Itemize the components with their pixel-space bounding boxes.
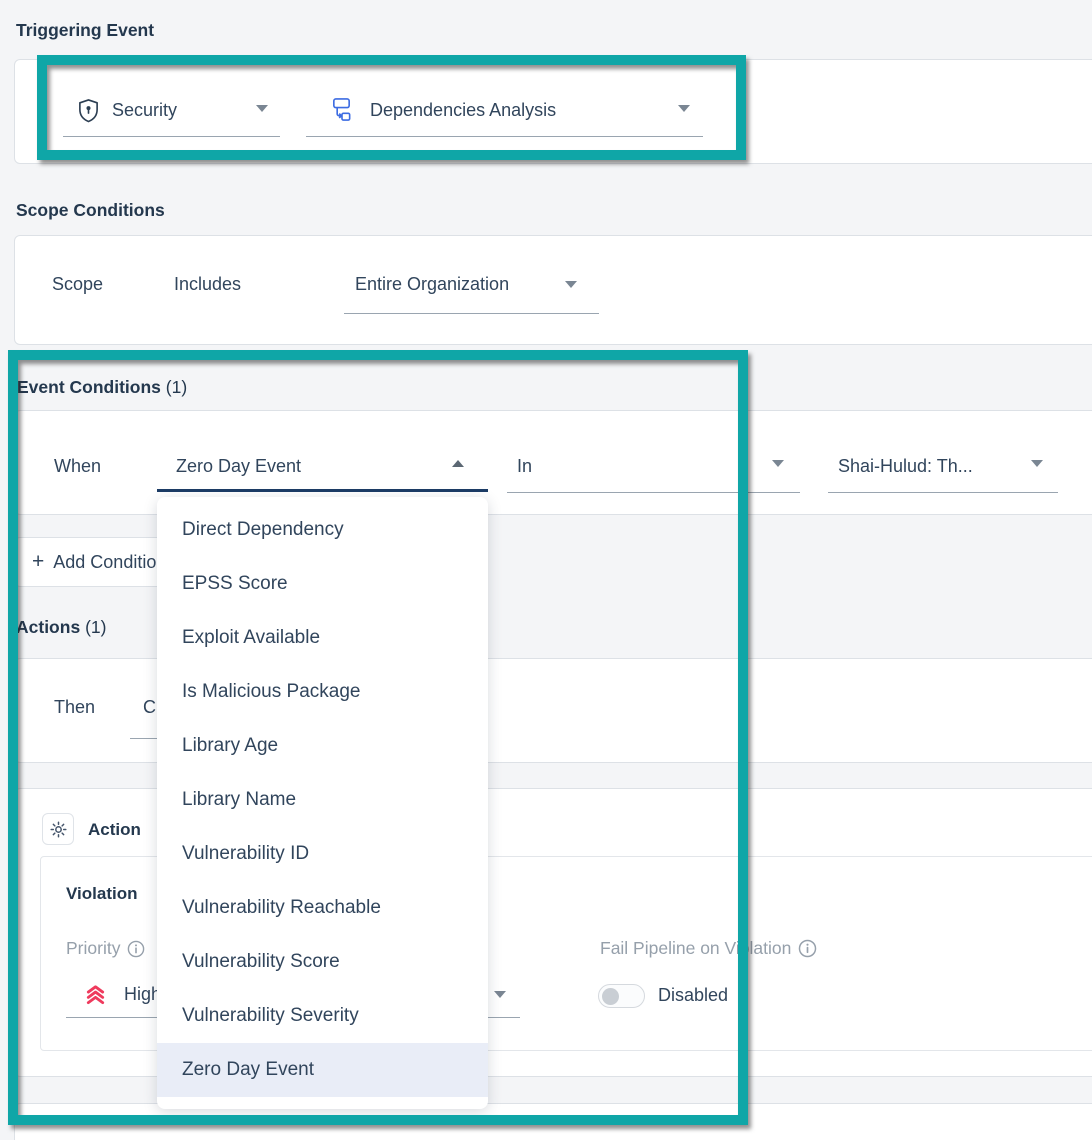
chevron-down-icon[interactable] [565,281,577,288]
scope-operator: Includes [174,274,241,295]
toggle-knob [602,988,619,1005]
category-select-value[interactable]: Security [112,100,177,121]
action-settings-button[interactable] [42,813,74,845]
when-label: When [54,456,101,477]
fail-pipeline-label-text: Fail Pipeline on Violation [600,938,791,959]
condition-field-active-underline [157,489,488,492]
info-icon [798,939,817,958]
toggle-state-label: Disabled [658,985,728,1006]
priority-value-select[interactable]: High [124,984,161,1005]
chevron-down-icon[interactable] [494,991,506,998]
scope-select-underline [344,313,599,314]
dependencies-icon [330,96,353,123]
chevron-up-icon[interactable] [452,460,464,467]
chevron-down-icon[interactable] [1031,460,1043,467]
chevron-down-icon[interactable] [772,460,784,467]
info-icon [127,940,145,958]
list-item[interactable]: Vulnerability Score [157,935,488,989]
event-type-select-value[interactable]: Dependencies Analysis [370,100,556,121]
action-header: Action [88,820,141,840]
policy-editor-page: Triggering Event Security Dependencies A… [0,0,1092,1140]
condition-operator-underline [507,492,800,493]
triggering-event-title: Triggering Event [16,20,154,41]
list-item[interactable]: Vulnerability ID [157,827,488,881]
scope-value-select[interactable]: Entire Organization [355,274,509,295]
then-label: Then [54,697,95,718]
category-select-underline [63,136,280,137]
priority-high-icon [84,983,107,1005]
condition-value-select[interactable]: Shai-Hulud: Th... [838,456,973,477]
list-item[interactable]: Library Age [157,719,488,773]
event-conditions-title: Event Conditions (1) [17,377,187,398]
fail-pipeline-toggle[interactable] [598,984,645,1008]
list-item[interactable]: EPSS Score [157,557,488,611]
priority-label-text: Priority [66,938,120,959]
chevron-down-icon[interactable] [256,105,268,112]
priority-label: Priority [66,938,145,959]
scope-label: Scope [52,274,103,295]
shield-icon [77,98,100,123]
scope-conditions-title: Scope Conditions [16,200,165,221]
gear-icon [49,820,68,839]
plus-icon: + [32,550,44,574]
list-item[interactable]: Vulnerability Severity [157,989,488,1043]
fail-pipeline-label: Fail Pipeline on Violation [600,938,817,959]
actions-count: (1) [85,617,106,637]
chevron-down-icon[interactable] [678,105,690,112]
condition-field-select[interactable]: Zero Day Event [176,456,301,477]
violation-title: Violation [66,884,137,904]
event-conditions-title-text: Event Conditions [17,377,161,397]
condition-operator-select[interactable]: In [517,456,532,477]
list-item[interactable]: Vulnerability Reachable [157,881,488,935]
event-type-select-underline [306,136,703,137]
condition-dropdown-menu: Direct DependencyEPSS ScoreExploit Avail… [157,497,488,1109]
list-item[interactable]: Is Malicious Package [157,665,488,719]
list-item[interactable]: Direct Dependency [157,503,488,557]
condition-value-underline [828,492,1058,493]
list-item[interactable]: Library Name [157,773,488,827]
list-item[interactable]: Zero Day Event [157,1043,488,1097]
list-item[interactable]: Exploit Available [157,611,488,665]
then-action-select[interactable]: C [143,697,156,718]
add-condition-label: Add Condition [53,552,166,573]
event-conditions-count: (1) [166,377,187,397]
actions-title-text: Actions [16,617,80,637]
actions-title: Actions (1) [16,617,106,638]
